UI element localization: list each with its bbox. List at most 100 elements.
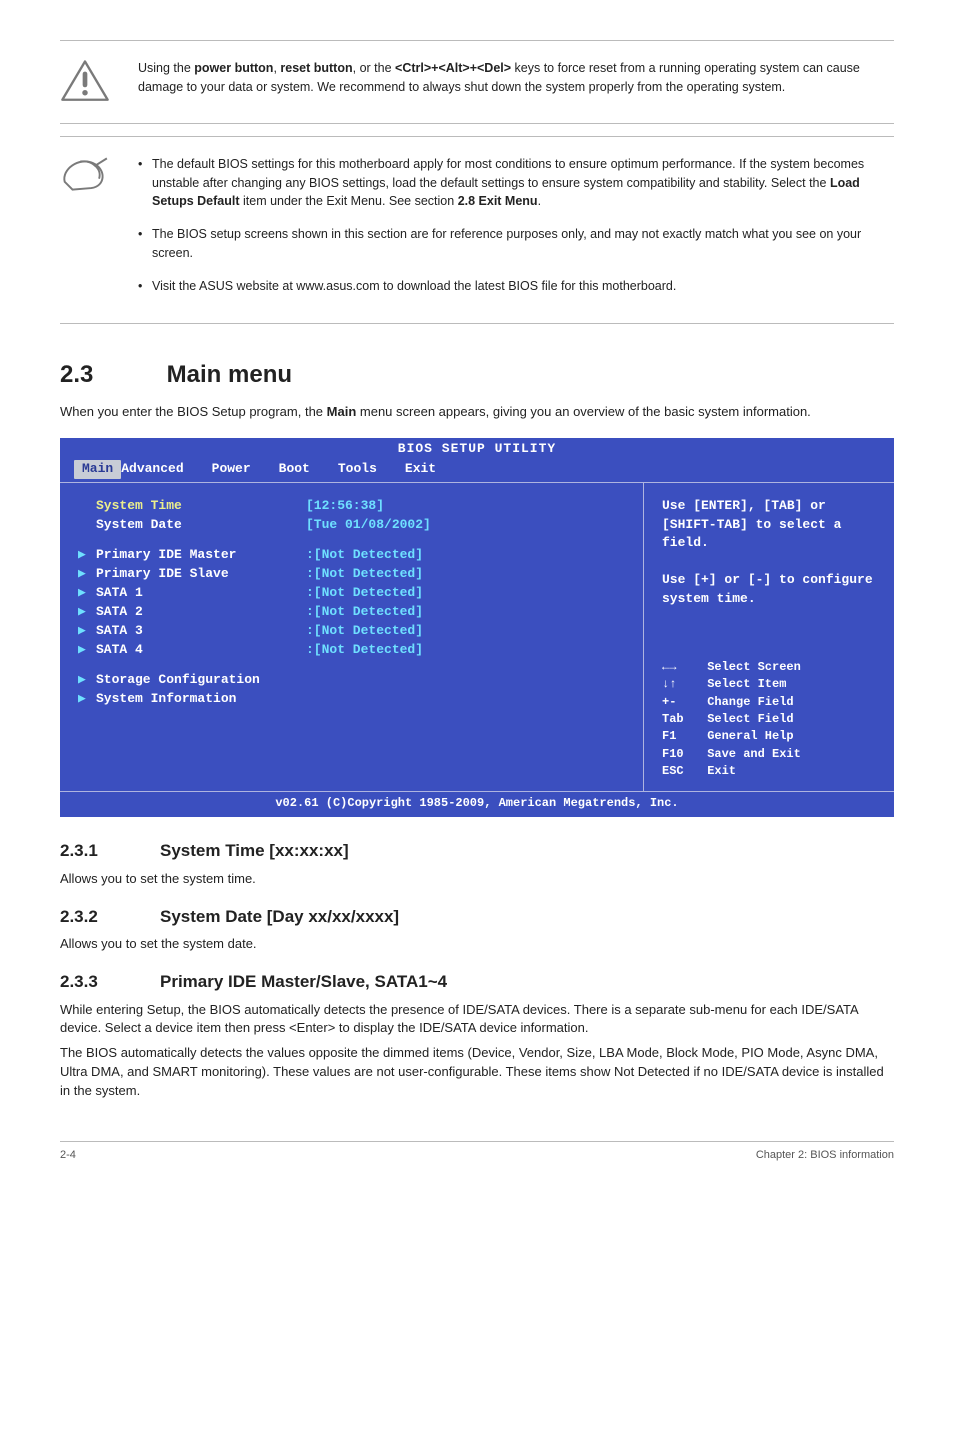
bios-nav-label: General Help [700,729,794,743]
bios-row-value: :[Not Detected] [306,641,423,660]
bios-row-label: SATA 3 [96,622,306,641]
subsection-body: While entering Setup, the BIOS automatic… [60,1001,894,1039]
triangle-icon [78,516,96,535]
warning-text: Using the power button, reset button, or… [138,59,884,97]
bios-row-value: :[Not Detected] [306,565,423,584]
triangle-icon: ▶ [78,690,96,709]
bios-nav-item: ↓↑ Select Item [662,676,876,693]
bios-row-label: System Date [96,516,306,535]
bios-nav: ←→ Select Screen↓↑ Select Item+- Change … [662,659,876,781]
bios-nav-key: +- [662,694,700,711]
section-number: 2.3 [60,358,160,393]
bios-nav-item: ←→ Select Screen [662,659,876,676]
triangle-icon: ▶ [78,565,96,584]
bios-row[interactable]: ▶Primary IDE Master:[Not Detected] [78,546,629,565]
warning-callout: Using the power button, reset button, or… [60,59,894,109]
triangle-icon: ▶ [78,546,96,565]
note-icon [60,155,110,199]
note-item: The BIOS setup screens shown in this sec… [138,225,884,263]
bios-nav-item: +- Change Field [662,694,876,711]
subsection-heading: 2.3.2System Date [Day xx/xx/xxxx] [60,905,894,930]
section-heading: 2.3 Main menu [60,358,894,393]
subsection-title: Primary IDE Master/Slave, SATA1~4 [160,970,447,995]
subsection-number: 2.3.3 [60,970,160,995]
bios-tab-boot[interactable]: Boot [279,460,338,479]
bios-tab-exit[interactable]: Exit [405,460,464,479]
bios-right-pane: Use [ENTER], [TAB] or [SHIFT-TAB] to sel… [644,483,894,791]
subsection-body: Allows you to set the system time. [60,870,894,889]
bios-nav-label: Select Item [700,677,786,691]
bios-row-value: [Tue 01/08/2002] [306,516,431,535]
bios-row-label: Primary IDE Master [96,546,306,565]
warning-icon [60,59,110,109]
bios-nav-label: Save and Exit [700,747,801,761]
bios-help-1: Use [ENTER], [TAB] or [SHIFT-TAB] to sel… [662,497,876,554]
bios-nav-label: Change Field [700,695,794,709]
bios-row[interactable]: System Date[Tue 01/08/2002] [78,516,629,535]
triangle-icon: ▶ [78,671,96,690]
bios-left-pane: System Time[12:56:38]System Date[Tue 01/… [60,483,644,791]
subsection-heading: 2.3.1System Time [xx:xx:xx] [60,839,894,864]
bios-panel: BIOS SETUP UTILITY MainAdvancedPowerBoot… [60,438,894,817]
bios-row-value: :[Not Detected] [306,546,423,565]
section-lead: When you enter the BIOS Setup program, t… [60,403,894,422]
bios-row[interactable]: System Time[12:56:38] [78,497,629,516]
bios-nav-key: Tab [662,711,700,728]
bios-row[interactable]: ▶System Information [78,690,629,709]
bios-tab-advanced[interactable]: Advanced [121,460,211,479]
bios-row-value: [12:56:38] [306,497,384,516]
section-title: Main menu [167,361,292,388]
note-item: Visit the ASUS website at www.asus.com t… [138,277,884,296]
bios-nav-key: ESC [662,763,700,780]
bios-row[interactable]: ▶SATA 2:[Not Detected] [78,603,629,622]
bios-row[interactable]: ▶SATA 3:[Not Detected] [78,622,629,641]
bios-footer: v02.61 (C)Copyright 1985-2009, American … [60,792,894,817]
note-item: The default BIOS settings for this mothe… [138,155,884,211]
triangle-icon [78,497,96,516]
chapter-label: Chapter 2: BIOS information [756,1148,894,1164]
bios-row-label: System Time [96,497,306,516]
bios-help-2: Use [+] or [-] to configure system time. [662,571,876,609]
triangle-icon: ▶ [78,622,96,641]
bios-row-label: Primary IDE Slave [96,565,306,584]
bios-title: BIOS SETUP UTILITY [60,438,894,459]
subsection-number: 2.3.1 [60,839,160,864]
triangle-icon: ▶ [78,603,96,622]
subsection-number: 2.3.2 [60,905,160,930]
subsection-title: System Time [xx:xx:xx] [160,839,349,864]
bios-nav-key: ↓↑ [662,676,700,693]
bios-row-value: :[Not Detected] [306,622,423,641]
triangle-icon: ▶ [78,641,96,660]
bios-row-label: System Information [96,690,306,709]
bios-nav-key: F10 [662,746,700,763]
bios-nav-key: ←→ [662,659,700,676]
bios-row[interactable]: ▶SATA 4:[Not Detected] [78,641,629,660]
bios-tab-tools[interactable]: Tools [338,460,405,479]
bios-nav-item: F1 General Help [662,728,876,745]
note-list: The default BIOS settings for this mothe… [138,155,884,296]
bios-tab-power[interactable]: Power [212,460,279,479]
bios-row-label: Storage Configuration [96,671,306,690]
bios-row[interactable]: ▶Primary IDE Slave:[Not Detected] [78,565,629,584]
bios-nav-label: Exit [700,764,736,778]
bios-row-value: :[Not Detected] [306,603,423,622]
subsection-body: The BIOS automatically detects the value… [60,1044,894,1101]
bios-row[interactable]: ▶Storage Configuration [78,671,629,690]
subsection-title: System Date [Day xx/xx/xxxx] [160,905,399,930]
triangle-icon: ▶ [78,584,96,603]
bios-tab-main[interactable]: Main [74,460,121,479]
bios-row-value: :[Not Detected] [306,584,423,603]
bios-row[interactable]: ▶SATA 1:[Not Detected] [78,584,629,603]
bios-row-label: SATA 2 [96,603,306,622]
note-callout: The default BIOS settings for this mothe… [60,155,894,310]
bios-nav-label: Select Screen [700,660,801,674]
bios-row-label: SATA 4 [96,641,306,660]
bios-nav-key: F1 [662,728,700,745]
subsection-body: Allows you to set the system date. [60,935,894,954]
subsection-heading: 2.3.3Primary IDE Master/Slave, SATA1~4 [60,970,894,995]
bios-nav-item: ESC Exit [662,763,876,780]
bios-row-label: SATA 1 [96,584,306,603]
bios-menubar: MainAdvancedPowerBootToolsExit [60,459,894,482]
bios-nav-item: F10 Save and Exit [662,746,876,763]
bios-nav-label: Select Field [700,712,794,726]
